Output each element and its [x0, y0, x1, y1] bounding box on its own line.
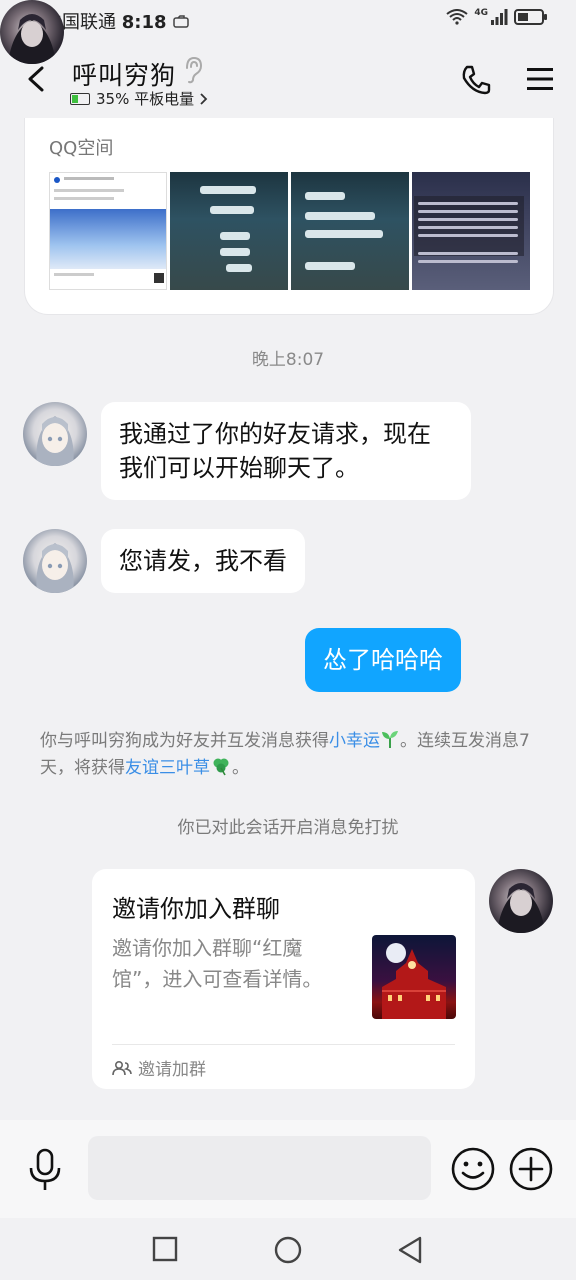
microphone-icon[interactable] — [26, 1148, 64, 1192]
carrier-time: 中国联通 8:18 — [44, 8, 190, 34]
qzone-share-card[interactable]: QQ空间 — [24, 118, 554, 315]
sprout-icon — [382, 731, 398, 748]
cloud-sync-icon — [173, 15, 189, 28]
sys-text-1: 你与呼叫穷狗成为好友并互发消息获得 — [40, 731, 329, 751]
friendship-system-message: 你与呼叫穷狗成为好友并互发消息获得小幸运 。连续互发消息7天，将获得友谊三叶草。 — [40, 728, 540, 782]
battery-status[interactable]: 35% 平板电量 — [70, 88, 208, 109]
message-text: 您请发，我不看 — [119, 547, 287, 575]
sys-text-3: 。 — [232, 758, 249, 778]
signal-icon — [491, 9, 508, 25]
message-timestamp: 晚上8:07 — [251, 350, 325, 370]
phone-icon[interactable] — [460, 64, 492, 96]
mansion-image — [382, 943, 446, 1019]
qzone-title: QQ空间 — [49, 138, 114, 159]
tablet-battery-icon — [70, 92, 90, 105]
message-input[interactable] — [88, 1136, 431, 1200]
back-nav-icon[interactable] — [396, 1235, 424, 1265]
my-avatar-art — [497, 883, 545, 933]
qzone-thumb-game2[interactable] — [291, 172, 409, 290]
message-text: 怂了哈哈哈 — [323, 646, 443, 674]
recents-icon[interactable] — [152, 1236, 178, 1262]
clover-link[interactable]: 友谊三叶草 — [125, 758, 210, 778]
outgoing-message[interactable]: 怂了哈哈哈 — [305, 628, 461, 692]
qzone-thumbnails — [49, 172, 530, 290]
incoming-message[interactable]: 您请发，我不看 — [101, 529, 305, 593]
chat-header: 呼叫穷狗 35% 平板电量 — [0, 40, 576, 120]
contact-avatar[interactable] — [23, 402, 87, 466]
network-label: 4G — [474, 8, 488, 18]
clover-icon — [213, 758, 229, 776]
group-invite-card[interactable]: 邀请你加入群聊 邀请你加入群聊“红魔馆”，进入可查看详情。 邀请加群 — [92, 869, 475, 1089]
my-avatar[interactable] — [0, 0, 64, 64]
status-icons: 4G — [446, 8, 548, 26]
incoming-message[interactable]: 我通过了你的好友请求，现在我们可以开始聊天了。 — [101, 402, 471, 500]
my-avatar[interactable] — [489, 869, 553, 933]
contact-avatar-art — [36, 543, 74, 593]
status-bar: 中国联通 8:18 4G — [0, 0, 576, 40]
invite-title: 邀请你加入群聊 — [112, 895, 280, 923]
qzone-thumb-stats[interactable] — [412, 172, 530, 290]
input-bar — [0, 1120, 576, 1218]
system-nav-bar — [0, 1218, 576, 1280]
add-icon[interactable] — [508, 1146, 554, 1192]
invite-footer-label: 邀请加群 — [138, 1060, 206, 1080]
contact-avatar-art — [36, 416, 74, 466]
dnd-system-message: 你已对此会话开启消息免打扰 — [177, 818, 399, 838]
wifi-icon — [446, 9, 468, 25]
battery-icon — [514, 9, 547, 25]
emoji-icon[interactable] — [450, 1146, 496, 1192]
battery-text: 35% 平板电量 — [96, 90, 195, 108]
message-text: 我通过了你的好友请求，现在我们可以开始聊天了。 — [119, 420, 431, 482]
contact-avatar[interactable] — [23, 529, 87, 593]
my-avatar-art — [8, 14, 56, 64]
clock: 8:18 — [121, 12, 167, 33]
back-icon[interactable] — [24, 66, 50, 92]
qzone-thumb-game1[interactable] — [170, 172, 288, 290]
divider — [112, 1044, 455, 1045]
invite-footer: 邀请加群 — [112, 1055, 206, 1080]
ear-icon — [186, 56, 203, 84]
qzone-thumb-post[interactable] — [49, 172, 167, 290]
home-icon[interactable] — [273, 1235, 303, 1265]
chat-title[interactable]: 呼叫穷狗 — [72, 56, 176, 92]
lucky-link[interactable]: 小幸运 — [329, 731, 380, 751]
chevron-right-icon — [200, 92, 208, 105]
group-icon — [112, 1060, 132, 1075]
invite-description: 邀请你加入群聊“红魔馆”，进入可查看详情。 — [112, 936, 323, 991]
menu-icon[interactable] — [526, 66, 554, 92]
group-thumbnail — [372, 935, 456, 1019]
